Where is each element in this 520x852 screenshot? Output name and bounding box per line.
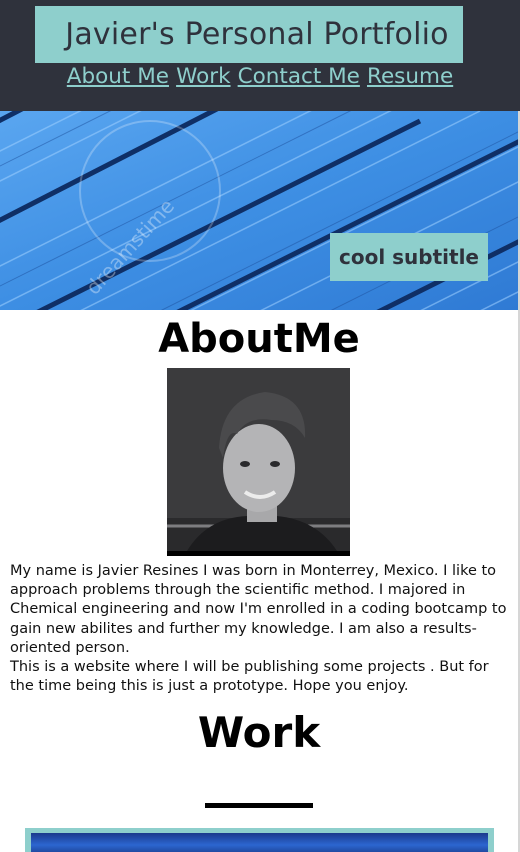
- about-paragraph-2: This is a website where I will be publis…: [10, 659, 489, 695]
- main-nav: About Me Work Contact Me Resume: [0, 64, 520, 89]
- about-heading: AboutMe: [158, 316, 360, 362]
- profile-photo: [167, 368, 350, 556]
- subtitle-box: cool subtitle: [330, 233, 488, 281]
- about-paragraph-1: My name is Javier Resines I was born in …: [10, 563, 507, 656]
- project-thumbnail: [31, 833, 488, 852]
- work-heading: Work: [197, 708, 321, 757]
- nav-link-about-me[interactable]: About Me: [67, 64, 169, 89]
- hero-subtitle: cool subtitle: [338, 245, 479, 269]
- work-project-card[interactable]: [25, 828, 494, 852]
- about-text: My name is Javier Resines I was born in …: [10, 562, 515, 696]
- nav-link-contact-me[interactable]: Contact Me: [238, 64, 360, 89]
- site-title: Javier's Personal Portfolio: [65, 17, 449, 52]
- nav-link-resume[interactable]: Resume: [367, 64, 453, 89]
- nav-link-work[interactable]: Work: [176, 64, 230, 89]
- site-header: Javier's Personal Portfolio About Me Wor…: [0, 0, 520, 111]
- work-divider: [205, 803, 313, 808]
- title-box: Javier's Personal Portfolio: [35, 6, 463, 63]
